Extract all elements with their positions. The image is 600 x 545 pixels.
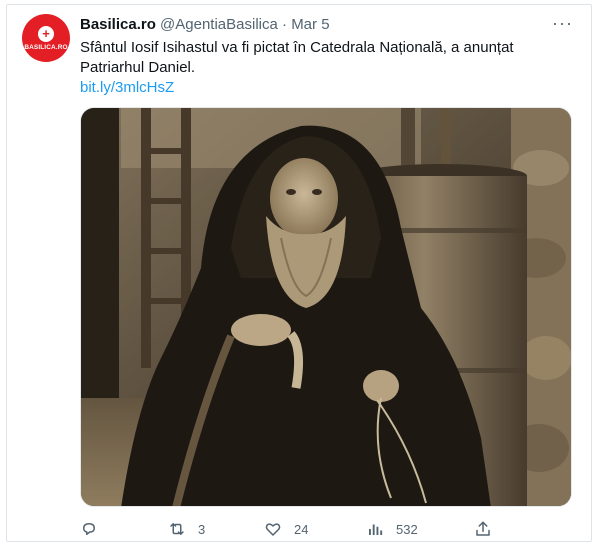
retweet-icon [170, 523, 184, 535]
views-button[interactable]: 532 [366, 518, 418, 540]
author-name[interactable]: Basilica.ro [80, 16, 156, 33]
tweet-card[interactable]: + BASILICA.RO Basilica.ro @AgentiaBasili… [0, 0, 600, 545]
reply-icon [83, 523, 95, 535]
tweet-link[interactable]: bit.ly/3mlcHsZ [80, 78, 174, 98]
reply-button[interactable] [80, 518, 110, 540]
cross-icon: + [38, 25, 54, 42]
heart-icon [265, 523, 281, 536]
author-handle[interactable]: @AgentiaBasilica [160, 16, 278, 33]
views-count: 532 [396, 521, 418, 537]
tweet-actions: 3 24 532 [80, 518, 500, 540]
more-icon[interactable]: ··· [552, 13, 573, 33]
avatar-brand: BASILICA.RO [24, 43, 68, 51]
tweet-text-line: Patriarhul Daniel. [80, 59, 196, 76]
like-count: 24 [294, 521, 309, 537]
views-icon [369, 524, 383, 535]
tweet-header: Basilica.ro @AgentiaBasilica · Mar 5 [80, 15, 330, 35]
retweet-count: 3 [198, 521, 206, 537]
separator: · [282, 16, 288, 33]
like-button[interactable]: 24 [264, 518, 308, 540]
share-icon [476, 521, 490, 536]
avatar[interactable]: + BASILICA.RO [22, 14, 70, 62]
tweet-text: Sfântul Iosif Isihastul va fi pictat în … [80, 38, 560, 78]
tweet-text-line: Sfântul Iosif Isihastul va fi pictat în … [80, 39, 514, 56]
tweet-date[interactable]: Mar 5 [291, 16, 329, 33]
tweet-photo[interactable] [80, 107, 572, 507]
retweet-button[interactable]: 3 [168, 518, 205, 540]
photo-monk [81, 108, 571, 506]
share-button[interactable] [474, 518, 504, 540]
